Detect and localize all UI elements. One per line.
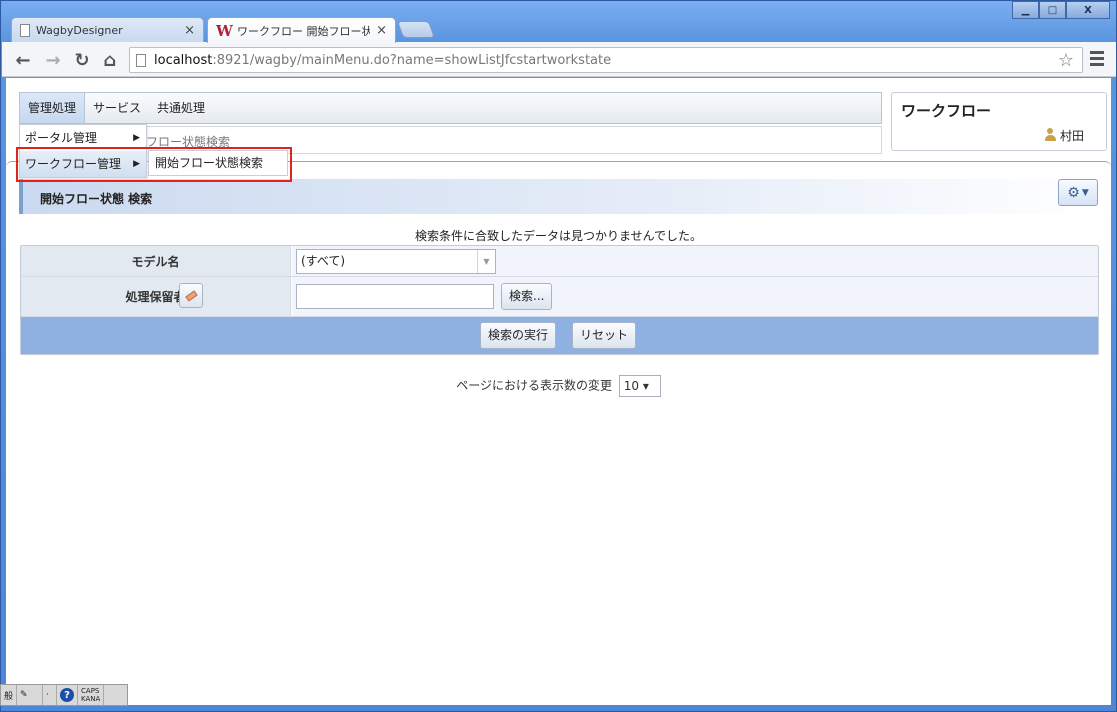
lookup-search-button[interactable]: 検索... xyxy=(501,283,553,310)
close-icon[interactable]: × xyxy=(376,23,387,38)
user-icon xyxy=(1044,128,1056,142)
tab-wagbydesigner[interactable]: WagbyDesigner × xyxy=(11,17,204,42)
browser-toolbar: ← → ↻ ⌂ localhost:8921/wagby/mainMenu.do… xyxy=(2,42,1116,77)
gear-icon: ⚙ xyxy=(1067,184,1080,201)
ime-language-bar: 般 ✎ · ? CAPS KANA xyxy=(0,684,128,706)
holder-field-cell: 検索... xyxy=(292,277,1098,316)
chevron-right-icon: ▶ xyxy=(133,133,140,143)
menu-item-label: ワークフロー管理 xyxy=(25,157,122,171)
user-name[interactable]: 村田 xyxy=(1060,127,1084,144)
chevron-down-icon: ▼ xyxy=(477,250,495,273)
main-menu-bar: 管理処理 サービス 共通処理 xyxy=(19,92,882,124)
model-field-cell: (すべて) ▼ xyxy=(292,246,1098,276)
model-label: モデル名 xyxy=(21,246,291,276)
url-path: :8921/wagby/mainMenu.do?name=showListJfc… xyxy=(212,52,612,68)
document-icon xyxy=(20,23,30,37)
title-bar: WagbyDesigner × W ワークフロー 開始フロー状態検 × ▁ □ … xyxy=(1,1,1116,43)
management-dropdown: ポータル管理 ▶ ワークフロー管理 ▶ xyxy=(19,124,147,178)
search-form: モデル名 (すべて) ▼ 処理保留者 検索... 検索の実行 リセット xyxy=(20,245,1099,355)
window-controls: ▁ □ X xyxy=(1012,1,1110,19)
tab-label: ワークフロー 開始フロー状態検 xyxy=(237,24,371,38)
caps-label: CAPS xyxy=(81,687,100,695)
browser-window: WagbyDesigner × W ワークフロー 開始フロー状態検 × ▁ □ … xyxy=(0,0,1117,712)
page-title: 開始フロー状態 検索 xyxy=(40,192,153,206)
ime-sep: · xyxy=(43,685,58,705)
model-select[interactable]: (すべて) ▼ xyxy=(296,249,496,274)
settings-dropdown-button[interactable]: ⚙ ▼ xyxy=(1058,179,1098,206)
back-icon[interactable]: ← xyxy=(12,49,34,71)
help-icon[interactable]: ? xyxy=(57,685,79,705)
eraser-icon[interactable] xyxy=(179,283,203,308)
ime-mode[interactable]: 般 xyxy=(1,685,18,705)
submenu-start-flow-search[interactable]: 開始フロー状態検索 xyxy=(148,150,288,176)
form-row-holder: 処理保留者 検索... xyxy=(21,277,1098,317)
info-title: ワークフロー xyxy=(901,102,992,120)
menu-management[interactable]: 管理処理 xyxy=(20,93,86,123)
reset-button[interactable]: リセット xyxy=(572,322,637,349)
caps-kana-indicator: CAPS KANA xyxy=(78,685,105,705)
close-icon[interactable]: × xyxy=(184,23,195,38)
address-bar[interactable]: localhost:8921/wagby/mainMenu.do?name=sh… xyxy=(129,47,1083,73)
tab-workflow[interactable]: W ワークフロー 開始フロー状態検 × xyxy=(207,17,396,43)
page-icon xyxy=(136,53,146,67)
bookmark-star-icon[interactable]: ☆ xyxy=(1058,50,1074,71)
menu-service[interactable]: サービス xyxy=(85,93,149,123)
maximize-button[interactable]: □ xyxy=(1039,1,1066,19)
menu-item-workflow[interactable]: ワークフロー管理 ▶ xyxy=(20,151,146,177)
page-size-label: ページにおける表示数の変更 xyxy=(456,378,612,393)
wagby-logo-icon: W xyxy=(216,21,233,40)
no-results-message: 検索条件に合致したデータは見つかりませんでした。 xyxy=(414,229,703,243)
chevron-right-icon: ▶ xyxy=(133,159,140,169)
chrome-menu-icon[interactable] xyxy=(1090,51,1104,69)
tab-label: WagbyDesigner xyxy=(36,23,123,37)
form-row-model: モデル名 (すべて) ▼ xyxy=(21,246,1098,277)
page-content: 管理処理 サービス 共通処理 フロー状態検索 ワークフロー 村田 ポータル管理 … xyxy=(6,78,1111,705)
holder-label-cell: 処理保留者 xyxy=(21,277,291,316)
holder-label: 処理保留者 xyxy=(125,290,186,304)
user-info-box: ワークフロー 村田 xyxy=(891,92,1107,151)
page-size-control: ページにおける表示数の変更 10 ▾ xyxy=(6,375,1111,397)
url-host: localhost xyxy=(154,52,213,68)
kana-label: KANA xyxy=(81,695,101,703)
close-window-button[interactable]: X xyxy=(1066,1,1110,19)
execute-search-button[interactable]: 検索の実行 xyxy=(480,322,557,349)
reload-icon[interactable]: ↻ xyxy=(71,49,93,71)
breadcrumb-text: フロー状態検索 xyxy=(146,135,231,149)
caret-down-icon: ▼ xyxy=(1081,187,1089,198)
home-icon[interactable]: ⌂ xyxy=(99,49,121,71)
minimize-button[interactable]: ▁ xyxy=(1012,1,1039,19)
holder-input[interactable] xyxy=(296,284,494,309)
menu-common[interactable]: 共通処理 xyxy=(149,93,213,123)
form-actions: 検索の実行 リセット xyxy=(21,317,1098,354)
model-select-value: (すべて) xyxy=(301,254,346,268)
new-tab-button[interactable] xyxy=(396,21,436,38)
menu-item-label: ポータル管理 xyxy=(25,131,98,145)
page-size-select[interactable]: 10 ▾ xyxy=(618,375,661,397)
menu-item-portal[interactable]: ポータル管理 ▶ xyxy=(20,125,146,151)
section-header: 開始フロー状態 検索 xyxy=(19,179,1099,214)
ime-tool-icon[interactable]: ✎ xyxy=(17,685,44,705)
forward-icon[interactable]: → xyxy=(42,49,64,71)
